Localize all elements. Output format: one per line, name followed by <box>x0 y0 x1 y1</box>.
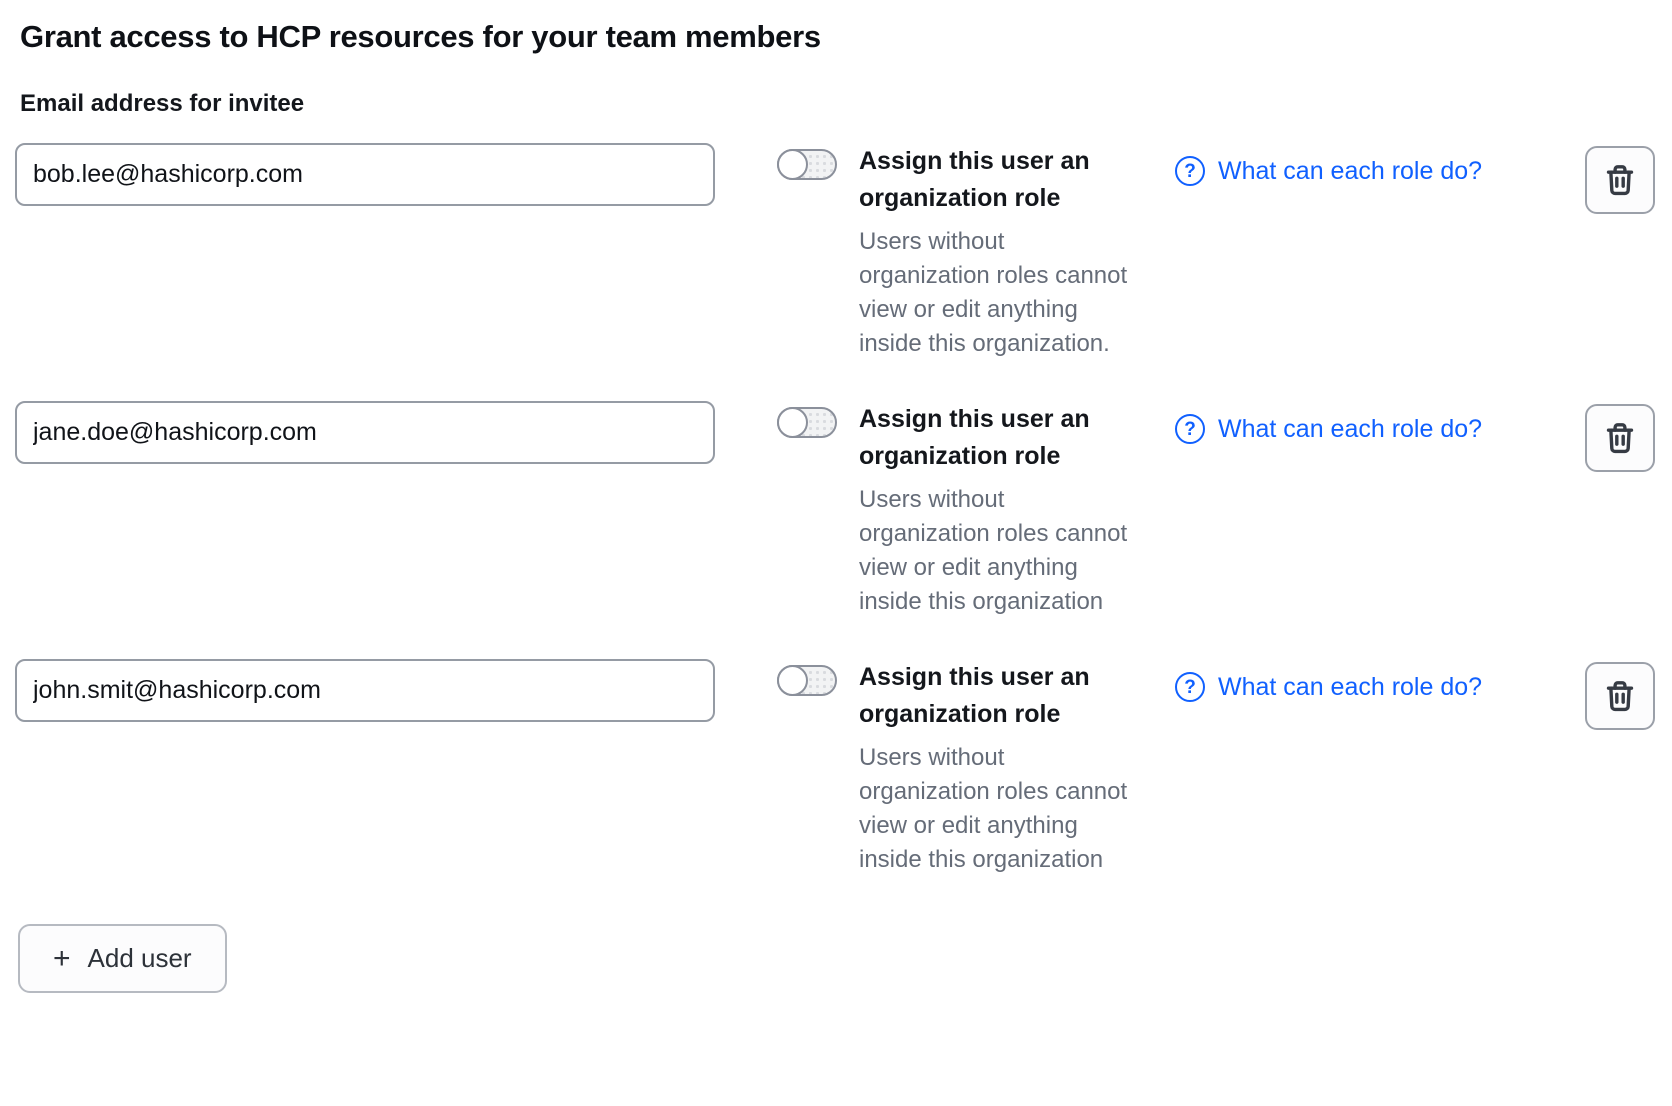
email-input[interactable] <box>15 659 715 722</box>
role-link-label: What can each role do? <box>1218 673 1482 702</box>
toggle-label-block: Assign this user an organization role Us… <box>859 143 1129 361</box>
role-helper-text: Users without organization roles cannot … <box>859 225 1129 361</box>
help-circle-icon: ? <box>1175 156 1205 186</box>
org-role-toggle[interactable] <box>777 407 837 438</box>
assign-role-label: Assign this user an organization role <box>859 143 1129 217</box>
assign-role-label: Assign this user an organization role <box>859 401 1129 475</box>
role-helper-text: Users without organization roles cannot … <box>859 741 1129 877</box>
page-title: Grant access to HCP resources for your t… <box>20 18 1655 56</box>
invite-row: Assign this user an organization role Us… <box>15 659 1655 877</box>
toggle-label-block: Assign this user an organization role Us… <box>859 401 1129 619</box>
invite-rows: Assign this user an organization role Us… <box>15 143 1655 877</box>
role-info-link[interactable]: ? What can each role do? <box>1175 414 1482 444</box>
email-input[interactable] <box>15 401 715 464</box>
trash-icon <box>1603 421 1637 455</box>
role-link-label: What can each role do? <box>1218 415 1482 444</box>
add-user-label: Add user <box>88 943 192 974</box>
assign-role-label: Assign this user an organization role <box>859 659 1129 733</box>
email-input[interactable] <box>15 143 715 206</box>
invite-row: Assign this user an organization role Us… <box>15 143 1655 361</box>
role-link-label: What can each role do? <box>1218 157 1482 186</box>
delete-row-button[interactable] <box>1585 146 1655 214</box>
delete-row-button[interactable] <box>1585 404 1655 472</box>
role-info-link[interactable]: ? What can each role do? <box>1175 672 1482 702</box>
delete-row-button[interactable] <box>1585 662 1655 730</box>
toggle-label-block: Assign this user an organization role Us… <box>859 659 1129 877</box>
grant-access-form: Grant access to HCP resources for your t… <box>0 0 1672 993</box>
invite-row: Assign this user an organization role Us… <box>15 401 1655 619</box>
add-user-button[interactable]: + Add user <box>18 924 227 993</box>
trash-icon <box>1603 679 1637 713</box>
org-role-toggle[interactable] <box>777 665 837 696</box>
role-helper-text: Users without organization roles cannot … <box>859 483 1129 619</box>
help-circle-icon: ? <box>1175 672 1205 702</box>
email-invitee-label: Email address for invitee <box>20 90 1655 118</box>
role-info-link[interactable]: ? What can each role do? <box>1175 156 1482 186</box>
org-role-toggle[interactable] <box>777 149 837 180</box>
toggle-knob-icon <box>777 665 808 696</box>
plus-icon: + <box>53 944 71 974</box>
toggle-knob-icon <box>777 149 808 180</box>
help-circle-icon: ? <box>1175 414 1205 444</box>
trash-icon <box>1603 163 1637 197</box>
toggle-knob-icon <box>777 407 808 438</box>
